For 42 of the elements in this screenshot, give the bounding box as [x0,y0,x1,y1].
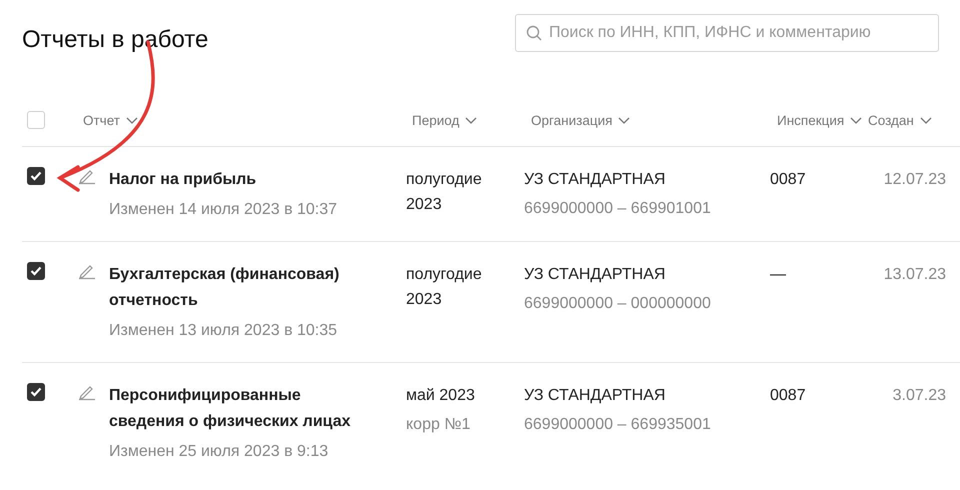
modified-date: Изменен 13 июля 2023 в 10:35 [109,321,338,341]
period-text: полугодие 2023 [406,170,483,215]
checkmark-icon [30,387,42,397]
organization-name: УЗ СТАНДАРТНАЯ [524,170,666,190]
row-checkbox[interactable] [27,383,45,401]
column-header[interactable]: Создан [866,112,932,128]
checkmark-icon [30,171,42,181]
checkmark-icon [30,266,42,276]
created-date: 3.07.23 [892,386,947,406]
column-header[interactable]: Инспекция [770,112,862,128]
search-field[interactable]: Поиск по ИНН, КПП, ИФНС и комментарию [515,14,939,52]
row-checkbox[interactable] [27,167,45,185]
inspection-code: — [770,265,787,285]
column-header[interactable]: Период [406,112,478,128]
inspection-code: 0087 [770,170,807,190]
created-date: 13.07.23 [882,265,947,285]
row-checkbox[interactable] [27,262,45,280]
organization-codes: 6699000000 – 000000000 [524,294,712,314]
organization-codes: 6699000000 – 669935001 [524,415,712,435]
period-text: май 2023 [406,386,476,406]
column-header[interactable]: Отчет [78,112,138,128]
organization-name: УЗ СТАНДАРТНАЯ [524,265,666,285]
period-text: полугодие 2023 [406,265,483,310]
chevron-down-icon [850,116,862,124]
chevron-down-icon [465,116,478,124]
report-title[interactable]: Бухгалтерская (финансовая) отчетность [109,262,354,314]
column-header[interactable]: Организация [524,112,630,128]
created-date: 12.07.23 [882,170,947,190]
modified-date: Изменен 25 июля 2023 в 9:13 [109,442,330,462]
inspection-code: 0087 [770,386,807,406]
chevron-down-icon [618,116,630,124]
select-all-checkbox[interactable] [27,111,45,129]
chevron-down-icon [126,116,138,124]
chevron-down-icon [920,116,932,124]
report-title[interactable]: Налог на прибыль [109,167,338,193]
organization-codes: 6699000000 – 669901001 [524,199,712,219]
search-icon [526,25,542,41]
page-title: Отчеты в работе [22,26,208,54]
organization-name: УЗ СТАНДАРТНАЯ [524,386,666,406]
correction-note: корр №1 [406,415,472,435]
modified-date: Изменен 14 июля 2023 в 10:37 [109,200,338,220]
report-title[interactable]: Персонифицированные сведения о физических лицах [109,383,354,435]
